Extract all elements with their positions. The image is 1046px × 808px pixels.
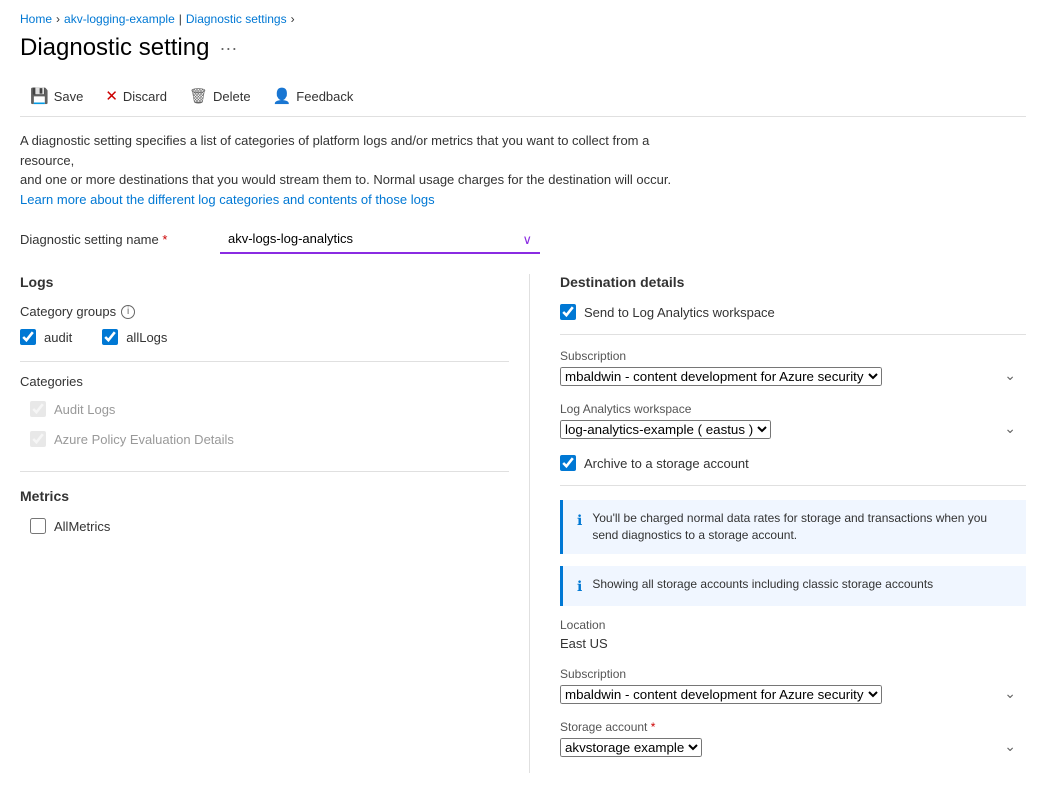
- subscription2-label: Subscription: [560, 667, 1026, 681]
- all-metrics-checkbox[interactable]: [30, 518, 46, 534]
- category-group-checkboxes: audit allLogs: [20, 329, 509, 345]
- audit-checkbox[interactable]: [20, 329, 36, 345]
- desc-line2: and one or more destinations that you wo…: [20, 172, 671, 187]
- metrics-divider: [20, 471, 509, 472]
- metrics-section-title: Metrics: [20, 488, 509, 504]
- more-options-icon[interactable]: ···: [219, 38, 237, 59]
- storage-account-field: Storage account * akvstorage example: [560, 720, 1026, 757]
- audit-logs-checkbox-item: Audit Logs: [30, 401, 509, 417]
- allLogs-checkbox-item: allLogs: [102, 329, 167, 345]
- all-metrics-label[interactable]: AllMetrics: [54, 519, 110, 534]
- main-content: Logs Category groups i audit allLogs: [20, 274, 1026, 773]
- discard-button[interactable]: ✕ Discard: [95, 82, 177, 110]
- setting-name-input-wrapper: ∨: [220, 225, 540, 254]
- allLogs-label[interactable]: allLogs: [126, 330, 167, 345]
- storage-account-select-wrapper: akvstorage example: [560, 738, 1026, 757]
- right-panel: Destination details Send to Log Analytic…: [530, 274, 1026, 773]
- required-indicator: *: [162, 232, 167, 247]
- workspace-select[interactable]: log-analytics-example ( eastus ): [560, 420, 771, 439]
- azure-policy-label: Azure Policy Evaluation Details: [54, 432, 234, 447]
- log-analytics-dest-item: Send to Log Analytics workspace: [560, 304, 1026, 320]
- delete-icon: 🗑: [189, 87, 208, 105]
- categories-title: Categories: [20, 374, 509, 389]
- toolbar: 💾 Save ✕ Discard 🗑 Delete 👤 Feedback: [20, 76, 1026, 117]
- storage-account-select[interactable]: akvstorage example: [560, 738, 702, 757]
- breadcrumb-sep3: ›: [291, 12, 295, 26]
- subscription2-select[interactable]: mbaldwin - content development for Azure…: [560, 685, 882, 704]
- archive-checkbox[interactable]: [560, 455, 576, 471]
- breadcrumb-sep2: |: [179, 12, 182, 26]
- archive-label[interactable]: Archive to a storage account: [584, 456, 749, 471]
- feedback-button[interactable]: 👤 Feedback: [263, 82, 364, 110]
- subscription-field: Subscription mbaldwin - content developm…: [560, 349, 1026, 386]
- audit-checkbox-item: audit: [20, 329, 72, 345]
- page-title: Diagnostic setting ···: [20, 34, 1026, 62]
- description-text: A diagnostic setting specifies a list of…: [20, 131, 700, 209]
- feedback-icon: 👤: [273, 87, 292, 105]
- subscription2-field: Subscription mbaldwin - content developm…: [560, 667, 1026, 704]
- storage-charge-info: ℹ You'll be charged normal data rates fo…: [560, 500, 1026, 554]
- all-metrics-checkbox-item: AllMetrics: [30, 518, 509, 534]
- log-analytics-checkbox[interactable]: [560, 304, 576, 320]
- left-panel: Logs Category groups i audit allLogs: [20, 274, 530, 773]
- log-analytics-label[interactable]: Send to Log Analytics workspace: [584, 305, 775, 320]
- setting-name-label: Diagnostic setting name *: [20, 232, 220, 247]
- info-icon-1: ℹ: [577, 511, 582, 544]
- metrics-section: Metrics AllMetrics: [20, 488, 509, 534]
- allLogs-checkbox[interactable]: [102, 329, 118, 345]
- location-value: East US: [560, 636, 1026, 651]
- audit-logs-label: Audit Logs: [54, 402, 115, 417]
- archive-divider: [560, 485, 1026, 486]
- setting-name-row: Diagnostic setting name * ∨: [20, 225, 1026, 254]
- discard-label: Discard: [123, 89, 167, 104]
- setting-name-input[interactable]: [220, 225, 540, 254]
- workspace-field: Log Analytics workspace log-analytics-ex…: [560, 402, 1026, 439]
- storage-required: *: [651, 720, 656, 734]
- azure-policy-checkbox[interactable]: [30, 431, 46, 447]
- location-field: Location East US: [560, 618, 1026, 651]
- category-groups-info-icon[interactable]: i: [121, 305, 135, 319]
- categories-section: Categories Audit Logs Azure Policy Evalu…: [20, 374, 509, 447]
- storage-accounts-text: Showing all storage accounts including c…: [592, 576, 933, 597]
- desc-line1: A diagnostic setting specifies a list of…: [20, 133, 649, 168]
- destination-section-title: Destination details: [560, 274, 1026, 290]
- subscription2-select-wrapper: mbaldwin - content development for Azure…: [560, 685, 1026, 704]
- delete-label: Delete: [213, 89, 251, 104]
- archive-dest-item: Archive to a storage account: [560, 455, 1026, 471]
- save-button[interactable]: 💾 Save: [20, 82, 93, 110]
- input-chevron-icon: ∨: [522, 232, 532, 248]
- subscription-select-wrapper: mbaldwin - content development for Azure…: [560, 367, 1026, 386]
- breadcrumb-akv[interactable]: akv-logging-example: [64, 12, 175, 26]
- subscription-label: Subscription: [560, 349, 1026, 363]
- save-icon: 💾: [30, 87, 49, 105]
- breadcrumb-sep1: ›: [56, 12, 60, 26]
- info-icon-2: ℹ: [577, 577, 582, 597]
- storage-accounts-info: ℹ Showing all storage accounts including…: [560, 566, 1026, 607]
- feedback-label: Feedback: [296, 89, 353, 104]
- storage-charge-text: You'll be charged normal data rates for …: [592, 510, 1012, 544]
- storage-account-label: Storage account *: [560, 720, 1026, 734]
- category-groups-section: Category groups i audit allLogs: [20, 304, 509, 345]
- breadcrumb-diag[interactable]: Diagnostic settings: [186, 12, 287, 26]
- discard-icon: ✕: [105, 87, 118, 105]
- location-label: Location: [560, 618, 1026, 632]
- category-groups-label: Category groups i: [20, 304, 509, 319]
- logs-section-title: Logs: [20, 274, 509, 290]
- audit-logs-checkbox[interactable]: [30, 401, 46, 417]
- logs-divider: [20, 361, 509, 362]
- delete-button[interactable]: 🗑 Delete: [179, 82, 261, 110]
- breadcrumb: Home › akv-logging-example | Diagnostic …: [20, 12, 1026, 26]
- audit-label[interactable]: audit: [44, 330, 72, 345]
- learn-more-link[interactable]: Learn more about the different log categ…: [20, 192, 435, 207]
- save-label: Save: [54, 89, 84, 104]
- workspace-label: Log Analytics workspace: [560, 402, 1026, 416]
- azure-policy-checkbox-item: Azure Policy Evaluation Details: [30, 431, 509, 447]
- subscription-select[interactable]: mbaldwin - content development for Azure…: [560, 367, 882, 386]
- workspace-select-wrapper: log-analytics-example ( eastus ): [560, 420, 1026, 439]
- page-title-text: Diagnostic setting: [20, 34, 209, 62]
- log-analytics-divider: [560, 334, 1026, 335]
- breadcrumb-home[interactable]: Home: [20, 12, 52, 26]
